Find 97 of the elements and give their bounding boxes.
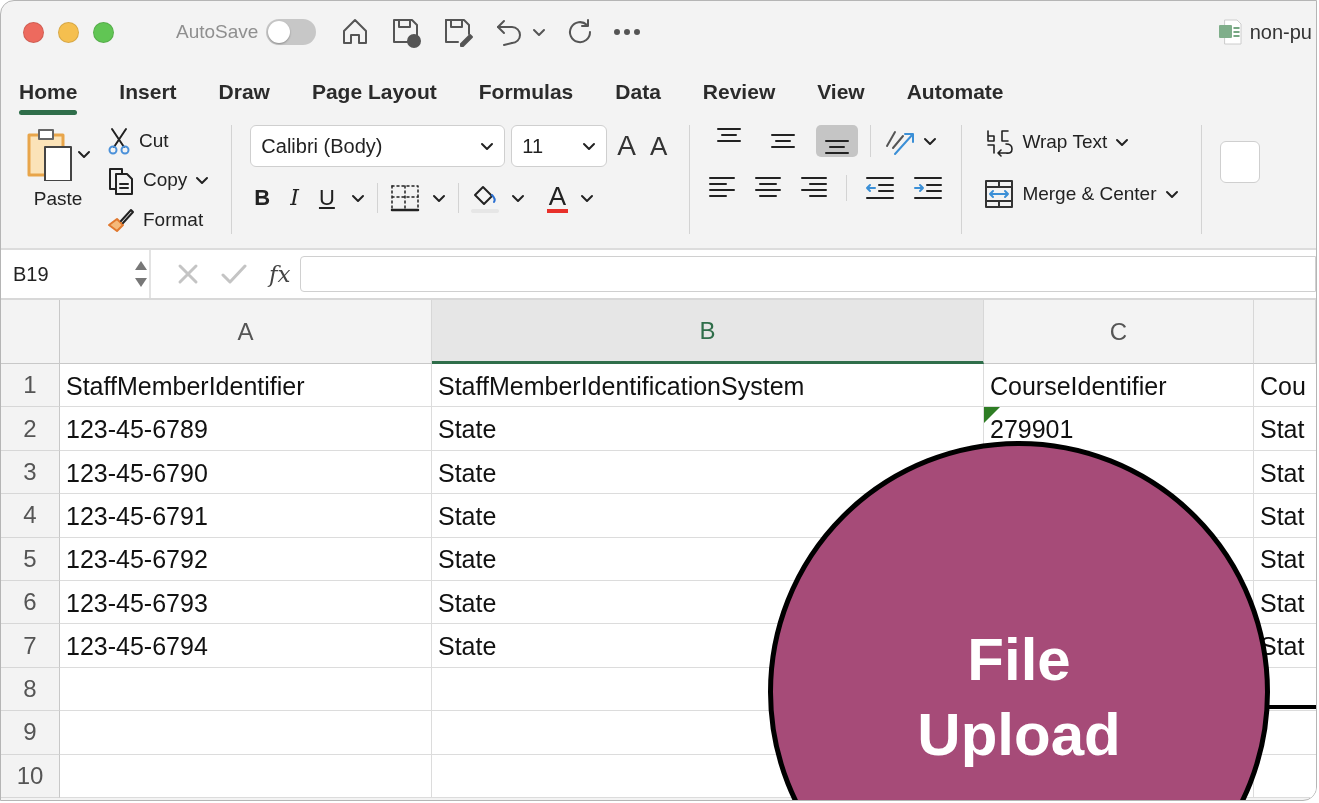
align-bottom-button[interactable] [816, 125, 859, 157]
bold-button[interactable]: B [250, 185, 275, 211]
font-name-dropdown[interactable]: Calibri (Body) [250, 125, 506, 167]
paintbrush-icon [107, 206, 135, 233]
ribbon-tab[interactable]: Automate [906, 75, 1004, 115]
caret-icon[interactable] [1164, 189, 1179, 199]
ribbon-tab[interactable]: Data [615, 75, 661, 115]
row-header[interactable]: 9 [1, 711, 60, 755]
caret-icon[interactable] [350, 193, 365, 203]
row-header[interactable]: 1 [1, 364, 60, 408]
ribbon-tab[interactable]: Draw [218, 75, 270, 115]
autosave-label: AutoSave [176, 19, 259, 44]
paste-button[interactable]: Paste [21, 125, 95, 248]
table-cell-text: State [437, 457, 498, 489]
table-cell-text: State [437, 544, 498, 576]
caret-icon[interactable] [532, 27, 547, 37]
align-bottom-icon [824, 139, 851, 155]
borders-icon[interactable] [389, 184, 420, 212]
wrap-text-button[interactable]: Wrap Text [980, 125, 1183, 159]
row-header[interactable]: 8 [1, 667, 60, 712]
caret-icon[interactable] [580, 193, 595, 203]
row-header[interactable]: 10 [1, 754, 60, 798]
save-icon[interactable] [390, 16, 423, 48]
stepper-icon[interactable] [133, 259, 149, 289]
align-top-icon [716, 127, 743, 143]
ribbon-tab[interactable]: Home [19, 75, 78, 115]
italic-button[interactable]: I [286, 185, 303, 211]
format-painter-button[interactable]: Format [103, 203, 214, 236]
caret-icon[interactable] [195, 176, 210, 185]
table-cell-text: 123-45-6794 [65, 631, 209, 663]
column-header[interactable]: C [984, 300, 1254, 364]
copy-icon [107, 165, 135, 196]
clipboard-icon [25, 127, 73, 181]
ribbon-tab[interactable]: Insert [119, 75, 177, 115]
table-cell-text: Stat [1259, 544, 1306, 576]
merge-center-button[interactable]: Merge & Center [980, 177, 1183, 211]
merge-icon [984, 179, 1015, 209]
table-cell-text: 123-45-6789 [65, 414, 209, 446]
table-cell-text: Stat [1259, 414, 1306, 446]
column-header[interactable]: A [60, 300, 432, 364]
copy-button[interactable]: Copy [103, 163, 214, 198]
more-icon[interactable] [614, 29, 641, 35]
table-cell-text: 123-45-6792 [65, 544, 209, 576]
ribbon-tab[interactable]: Formulas [478, 75, 574, 115]
autosave-toggle[interactable] [266, 19, 317, 45]
font-size-dropdown[interactable]: 11 [511, 125, 608, 167]
formula-input[interactable] [300, 256, 1316, 292]
table-cell-text: 123-45-6791 [65, 501, 209, 533]
table-cell-text: State [437, 414, 498, 446]
font-color-button[interactable]: A [546, 183, 569, 213]
increase-indent-icon[interactable] [913, 175, 944, 201]
table-cell-text: Cou [1259, 370, 1307, 402]
check-icon[interactable] [221, 263, 247, 285]
row-header[interactable]: 6 [1, 580, 60, 625]
shrink-font-button[interactable]: A [646, 131, 672, 161]
row-header[interactable]: 7 [1, 624, 60, 668]
ribbon-tab[interactable]: View [817, 75, 865, 115]
decrease-indent-icon[interactable] [865, 175, 896, 201]
insert-function-button[interactable]: fx [269, 256, 291, 292]
table-cell-text: State [437, 631, 498, 663]
fill-bucket-icon[interactable] [470, 183, 499, 213]
caret-icon[interactable] [77, 149, 91, 159]
cut-button[interactable]: Cut [103, 125, 214, 158]
caret-icon[interactable] [582, 141, 597, 151]
name-box[interactable]: B19 [1, 250, 151, 298]
align-middle-icon [770, 133, 797, 149]
table-cell-text: State [437, 587, 498, 619]
table-cell-text: Stat [1259, 587, 1306, 619]
table-cell-text: Stat [1259, 457, 1306, 489]
table-cell-text: CourseIdentifier [989, 370, 1168, 402]
spreadsheet-file-icon [1217, 19, 1242, 45]
scissors-icon [107, 127, 131, 156]
caret-icon[interactable] [1115, 137, 1130, 147]
table-cell-text: State [437, 501, 498, 533]
table-cell-text: StaffMemberIdentificationSystem [437, 370, 806, 402]
callout-label: File Upload [916, 625, 1122, 770]
caret-icon[interactable] [923, 136, 938, 146]
table-cell-text: StaffMemberIdentifier [65, 370, 306, 402]
row-header[interactable]: 5 [1, 537, 60, 581]
table-cell-text: Stat [1259, 501, 1306, 533]
row-header[interactable]: 4 [1, 494, 60, 538]
table-cell-text: 123-45-6790 [65, 457, 209, 489]
underline-button[interactable]: U [314, 185, 339, 211]
row-header[interactable]: 2 [1, 407, 60, 451]
caret-icon[interactable] [510, 193, 525, 203]
save-edit-icon[interactable] [442, 16, 475, 48]
caret-icon[interactable] [431, 193, 446, 203]
caret-icon[interactable] [480, 141, 495, 151]
table-cell-text: 123-45-6793 [65, 587, 209, 619]
column-header[interactable]: B [432, 300, 984, 364]
row-header[interactable]: 3 [1, 450, 60, 495]
ribbon-tab[interactable]: Review [702, 75, 776, 115]
grow-font-button[interactable]: A [613, 130, 641, 162]
ribbon-tab[interactable]: Page Layout [311, 75, 437, 115]
close-button[interactable] [23, 21, 44, 43]
wrap-icon [984, 127, 1015, 157]
file-name: non-pu [1249, 20, 1312, 45]
